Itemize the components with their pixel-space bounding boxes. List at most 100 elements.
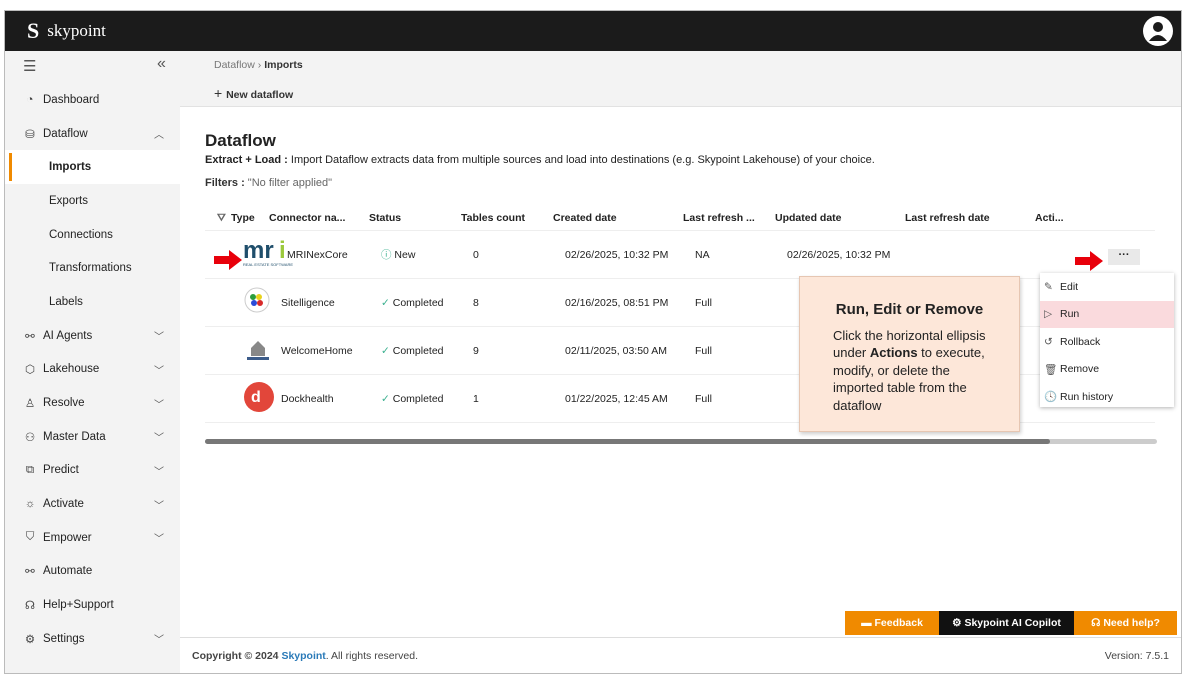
info-icon: ⓘ	[381, 249, 392, 261]
sidebar-item-imports[interactable]: Imports	[5, 150, 180, 185]
sidebar-item-settings[interactable]: ⚙ Settings ﹀	[5, 622, 180, 656]
column-header[interactable]: Acti...	[1035, 212, 1081, 224]
sidebar-item-activate[interactable]: ☼ Activate ﹀	[5, 487, 180, 521]
red-arrow-annotation-icon	[1075, 251, 1103, 271]
created-date: 02/16/2025, 08:51 PM	[565, 296, 669, 309]
sidebar-item-label: Settings	[43, 632, 85, 645]
sidebar-item-label: Empower	[43, 531, 92, 544]
chevron-icon[interactable]: ﹀	[154, 497, 164, 512]
sidebar-item-dataflow[interactable]: ⛁ Dataflow ︿	[5, 117, 180, 151]
svg-text:mr: mr	[243, 238, 274, 264]
feedback-button[interactable]: ▬ Feedback	[845, 611, 939, 635]
sidebar-item-label: Exports	[49, 194, 88, 207]
menu-item-run[interactable]: ▷ Run	[1040, 300, 1174, 328]
page-description: Extract + Load : Import Dataflow extract…	[205, 154, 875, 166]
sidebar-item-labels[interactable]: Labels	[5, 285, 180, 319]
column-header[interactable]: Last refresh ...	[683, 212, 775, 224]
callout-text: Click the horizontal ellipsis under Acti…	[833, 327, 986, 413]
menu-item-rollback[interactable]: ↺ Rollback	[1040, 328, 1174, 356]
chevron-icon[interactable]: ﹀	[154, 631, 164, 646]
chevron-icon[interactable]: ﹀	[154, 530, 164, 545]
filter-icon[interactable]: ⛛	[217, 212, 231, 225]
table-row[interactable]: mr i REAL ESTATE SOFTWARE MRINexCore ⓘ New…	[205, 231, 1155, 279]
copilot-icon: ⚙	[952, 617, 965, 629]
menu-item-remove[interactable]: 🗑 Remove	[1040, 356, 1174, 384]
feedback-icon: ▬	[861, 617, 875, 629]
chevron-icon[interactable]: ﹀	[154, 362, 164, 377]
sidebar-item-help-support[interactable]: ☊ Help+Support	[5, 588, 180, 622]
connector-name[interactable]: Dockhealth	[281, 393, 381, 405]
remove-icon: 🗑	[1044, 363, 1058, 376]
sidebar-item-connections[interactable]: Connections	[5, 218, 180, 252]
last-refresh-type: Full	[695, 344, 712, 357]
sidebar-item-exports[interactable]: Exports	[5, 184, 180, 218]
connector-name[interactable]: WelcomeHome	[281, 345, 381, 357]
created-date: 01/22/2025, 12:45 AM	[565, 392, 668, 405]
horizontal-scrollbar[interactable]	[205, 439, 1157, 444]
callout-title: Run, Edit or Remove	[835, 301, 984, 318]
column-header[interactable]: Status	[369, 212, 461, 224]
status: ✓ Completed	[381, 296, 444, 309]
connector-name[interactable]: MRINexCore	[281, 249, 381, 261]
sidebar-item-label: Resolve	[43, 397, 85, 410]
need-help-button[interactable]: ☊ Need help?	[1074, 611, 1177, 635]
new-dataflow-button[interactable]: + New dataflow	[214, 85, 1181, 101]
column-header[interactable]: Tables count	[461, 212, 553, 224]
sidebar-item-resolve[interactable]: ♙ Resolve ﹀	[5, 386, 180, 420]
sidebar-item-automate[interactable]: ⚯ Automate	[5, 555, 180, 589]
connector-name[interactable]: Sitelligence	[281, 297, 381, 309]
chevron-icon[interactable]: ﹀	[154, 463, 164, 478]
created-date: 02/11/2025, 03:50 AM	[565, 344, 667, 357]
sidebar-item-empower[interactable]: ⛉ Empower ﹀	[5, 521, 180, 555]
ai-copilot-button[interactable]: ⚙ Skypoint AI Copilot	[939, 611, 1074, 635]
master-data-icon: ⚇	[24, 431, 36, 444]
footer: Copyright © 2024 Skypoint. All rights re…	[180, 637, 1181, 673]
sidebar-item-predict[interactable]: ⧉ Predict ﹀	[5, 454, 180, 488]
run-history-icon: 🕓	[1044, 391, 1058, 404]
table-header: ⛛ Type Connector na... Status Tables count Cr…	[205, 206, 1155, 231]
sidebar-item-lakehouse[interactable]: ⬡ Lakehouse ﹀	[5, 353, 180, 387]
column-header[interactable]: Type	[231, 212, 269, 224]
scrollbar-thumb[interactable]	[205, 439, 1050, 444]
menu-item-edit[interactable]: ✎ Edit	[1040, 273, 1174, 301]
chevron-icon[interactable]: ︿	[154, 126, 164, 141]
chevron-icon[interactable]: ﹀	[154, 396, 164, 411]
plus-icon: +	[214, 85, 227, 101]
updated-date: 02/26/2025, 10:32 PM	[787, 248, 891, 261]
rollback-icon: ↺	[1044, 335, 1053, 348]
tables-count: 8	[473, 296, 479, 309]
last-refresh-type: Full	[695, 296, 712, 309]
sidebar-item-transformations[interactable]: Transformations	[5, 251, 180, 285]
breadcrumb-dataflow[interactable]: Dataflow	[214, 59, 255, 71]
sidebar-item-dashboard[interactable]: ◔ Dashboard	[5, 83, 180, 117]
user-avatar-icon[interactable]	[1143, 16, 1173, 46]
headset-icon: ☊	[1091, 617, 1104, 629]
main-content: Dataflow › Imports + New dataflow Datafl…	[180, 51, 1181, 673]
hamburger-menu-icon[interactable]: ☰	[23, 57, 36, 75]
sidebar-item-label: Transformations	[49, 262, 132, 275]
created-date: 02/26/2025, 10:32 PM	[565, 248, 669, 261]
skypoint-link[interactable]: Skypoint	[281, 650, 325, 662]
tutorial-callout: Run, Edit or Remove Click the horizontal…	[799, 276, 1020, 432]
actions-ellipsis-button[interactable]: ···	[1108, 249, 1140, 265]
chevron-icon[interactable]: ﹀	[154, 429, 164, 444]
automate-icon: ⚯	[25, 566, 35, 579]
new-dataflow-label: New dataflow	[226, 89, 294, 101]
filters: Filters : "No filter applied"	[205, 177, 332, 189]
sidebar-item-label: Labels	[49, 295, 83, 308]
chevron-icon[interactable]: ﹀	[154, 328, 164, 343]
resolve-icon: ♙	[24, 398, 36, 411]
sidebar-item-label: Activate	[43, 498, 84, 511]
sidebar-item-label: Master Data	[43, 430, 106, 443]
column-header[interactable]: Connector na...	[269, 212, 369, 224]
sidebar-item-master-data[interactable]: ⚇ Master Data ﹀	[5, 420, 180, 454]
column-header[interactable]: Created date	[553, 212, 683, 224]
column-header[interactable]: Updated date	[775, 212, 905, 224]
sidebar-item-ai-agents[interactable]: ⚯ AI Agents ﹀	[5, 319, 180, 353]
menu-item-run-history[interactable]: 🕓 Run history	[1040, 383, 1174, 411]
column-header[interactable]: Last refresh date	[905, 212, 1035, 224]
actions-menu: ✎ Edit ▷ Run ↺ Rollback 🗑 Remove 🕓 Run history	[1040, 273, 1174, 407]
collapse-sidebar-icon[interactable]: «	[157, 55, 166, 73]
status: ⓘ New	[381, 249, 416, 261]
sidebar-item-label: AI Agents	[43, 329, 93, 342]
